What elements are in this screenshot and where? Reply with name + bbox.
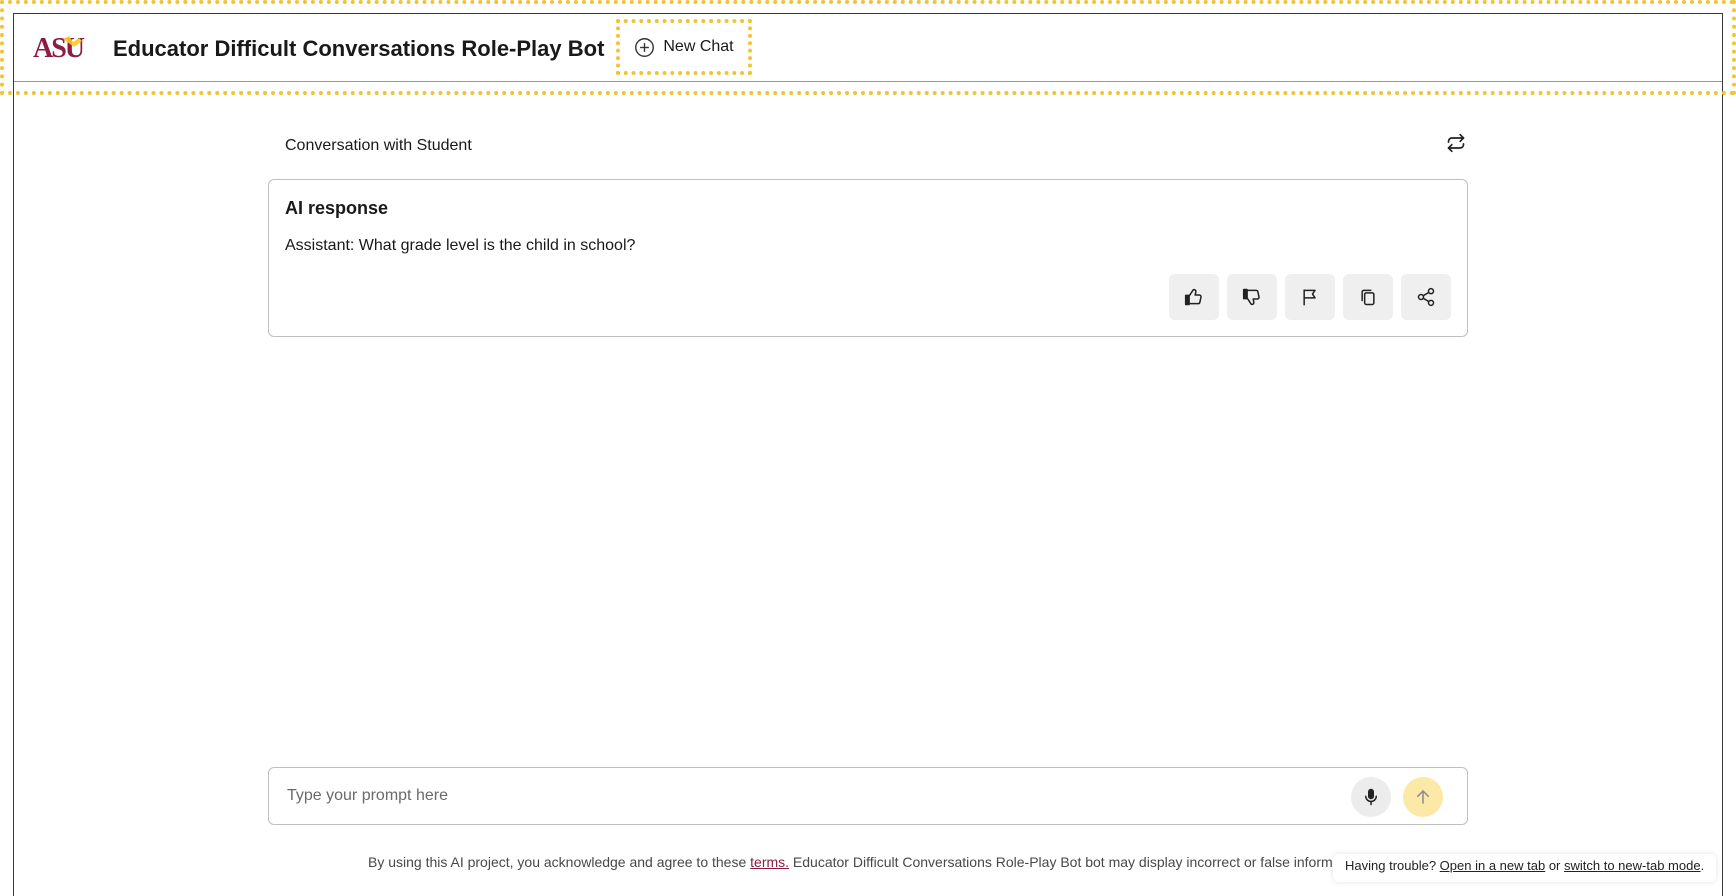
disclaimer-after: Educator Difficult Conversations Role-Pl… <box>789 854 1333 870</box>
send-button[interactable] <box>1403 777 1443 817</box>
disclaimer-text: By using this AI project, you acknowledg… <box>368 854 1340 870</box>
copy-icon <box>1361 289 1375 306</box>
asu-logo[interactable]: ASU <box>33 33 88 60</box>
disclaimer-before: By using this AI project, you acknowledg… <box>368 854 751 870</box>
switch-mode-link[interactable]: switch to new-tab mode <box>1564 858 1701 873</box>
prompt-box <box>268 767 1468 825</box>
svg-text:ASU: ASU <box>33 33 85 60</box>
thumbs-up-button[interactable] <box>1169 274 1219 320</box>
share-button[interactable] <box>1401 274 1451 320</box>
trouble-banner: Having trouble? Open in a new tab or swi… <box>1333 854 1717 882</box>
app-header: ASU Educator Difficult Conversations Rol… <box>14 14 1722 82</box>
terms-link[interactable]: terms. <box>750 854 789 870</box>
microphone-icon <box>1365 788 1377 806</box>
ai-response-message: Assistant: What grade level is the child… <box>285 237 636 254</box>
thumbs-down-icon <box>1242 288 1260 306</box>
ai-response-label: AI response <box>285 198 389 218</box>
plus-circle-icon <box>635 37 655 57</box>
thumbs-down-button[interactable] <box>1227 274 1277 320</box>
period-text: . <box>1700 858 1705 873</box>
flag-button[interactable] <box>1285 274 1335 320</box>
trouble-text: Having trouble? <box>1345 858 1440 873</box>
microphone-button[interactable] <box>1351 777 1391 817</box>
app-frame <box>13 13 1723 896</box>
open-new-tab-link[interactable]: Open in a new tab <box>1440 858 1546 873</box>
flag-icon <box>1303 289 1316 306</box>
refresh-icon[interactable] <box>1446 132 1466 154</box>
thumbs-up-icon <box>1184 288 1202 306</box>
ai-response-card: AI response Assistant: What grade level … <box>268 179 1468 337</box>
arrow-up-icon <box>1417 790 1429 804</box>
new-chat-label: New Chat <box>663 38 734 55</box>
copy-button[interactable] <box>1343 274 1393 320</box>
or-text: or <box>1545 858 1564 873</box>
conversation-title: Conversation with Student <box>285 137 472 154</box>
app-title: Educator Difficult Conversations Role-Pl… <box>113 36 605 61</box>
new-chat-button[interactable]: New Chat <box>616 19 752 75</box>
share-icon <box>1417 287 1435 307</box>
prompt-input[interactable] <box>287 778 1367 814</box>
response-actions <box>1169 274 1451 320</box>
